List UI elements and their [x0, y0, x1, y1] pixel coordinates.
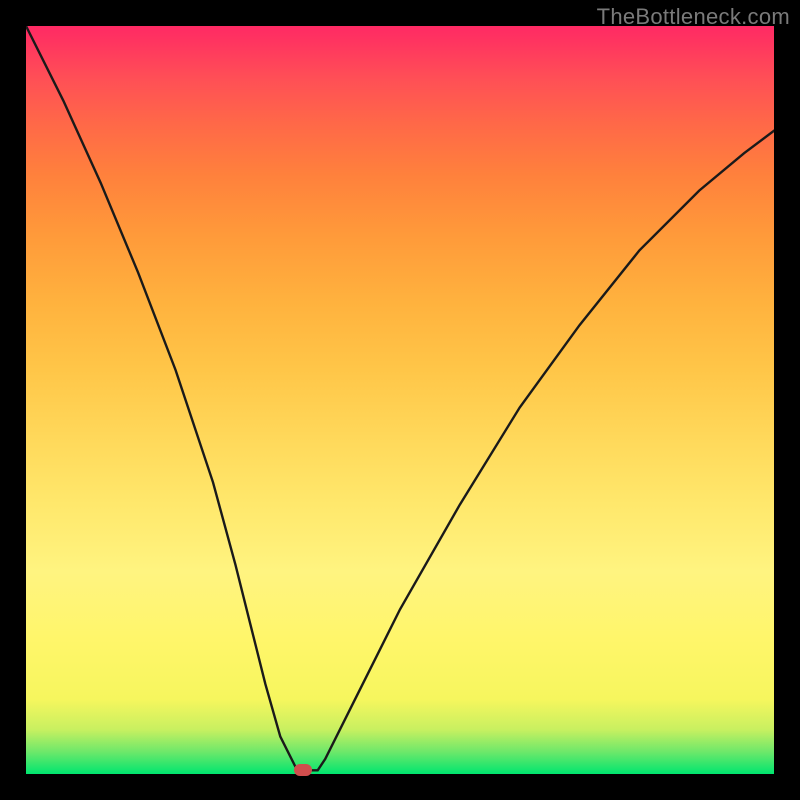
- watermark-text: TheBottleneck.com: [597, 4, 790, 30]
- curve-svg: [26, 26, 774, 774]
- chart-frame: TheBottleneck.com: [0, 0, 800, 800]
- bottleneck-curve: [26, 26, 774, 770]
- plot-area: [26, 26, 774, 774]
- optimal-point-marker: [294, 764, 312, 776]
